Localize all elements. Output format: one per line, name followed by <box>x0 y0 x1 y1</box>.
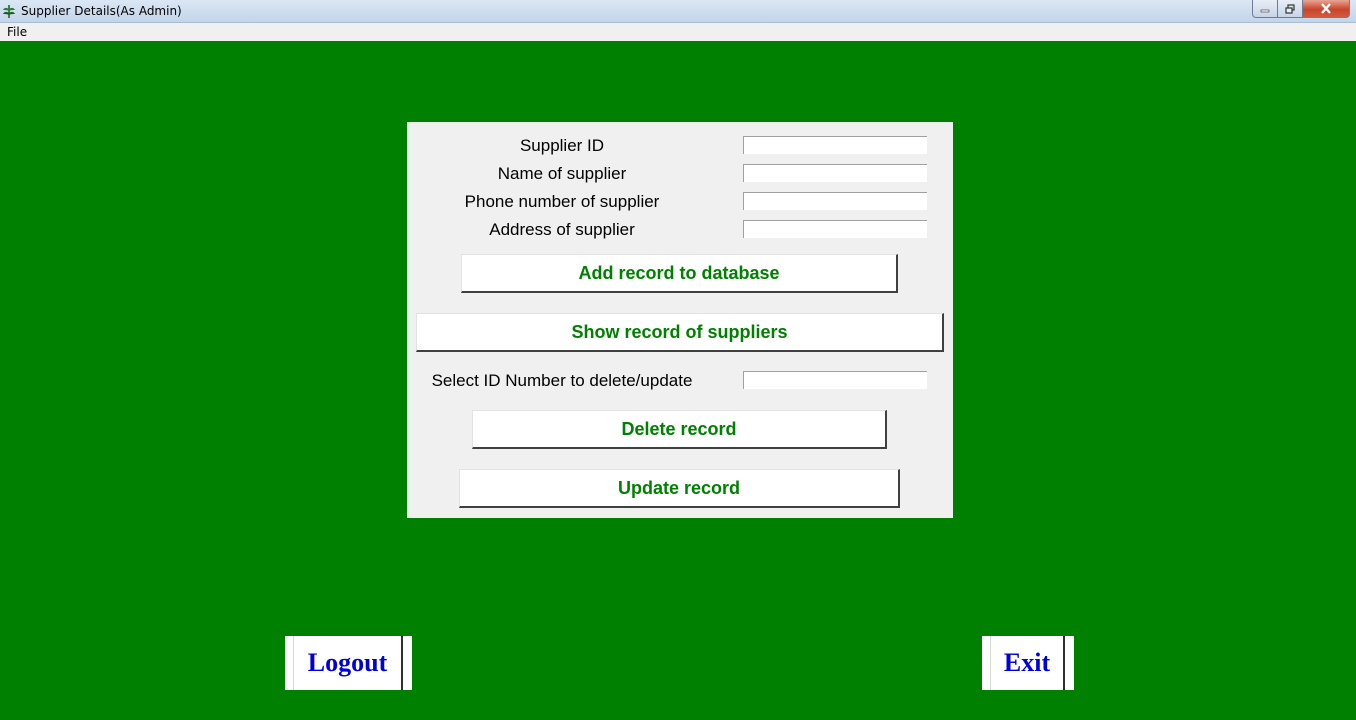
supplier-name-input[interactable] <box>743 164 927 182</box>
menu-bar: File <box>0 23 1356 41</box>
window-title: Supplier Details(As Admin) <box>21 4 182 18</box>
menu-file[interactable]: File <box>7 25 27 39</box>
minimize-button[interactable] <box>1252 0 1278 18</box>
app-icon <box>3 5 15 18</box>
logout-label: Logout <box>293 636 403 690</box>
supplier-form-panel: Supplier ID Name of supplier Phone numbe… <box>407 122 953 518</box>
select-id-label: Select ID Number to delete/update <box>431 371 693 390</box>
exit-button[interactable]: Exit <box>982 636 1074 690</box>
restore-icon <box>1285 3 1295 14</box>
supplier-phone-input[interactable] <box>743 192 927 210</box>
logout-button[interactable]: Logout <box>285 636 412 690</box>
restore-button[interactable] <box>1278 0 1303 18</box>
supplier-address-input[interactable] <box>743 220 927 238</box>
exit-label: Exit <box>990 636 1065 690</box>
title-bar: Supplier Details(As Admin) <box>0 0 1356 23</box>
supplier-phone-label: Phone number of supplier <box>464 192 660 211</box>
supplier-id-label: Supplier ID <box>519 136 605 155</box>
supplier-address-label: Address of supplier <box>489 220 635 239</box>
add-record-button[interactable]: Add record to database <box>461 254 898 293</box>
select-id-input[interactable] <box>743 371 927 389</box>
close-button[interactable] <box>1303 0 1350 18</box>
delete-record-button[interactable]: Delete record <box>472 410 887 449</box>
minimize-icon <box>1260 9 1270 12</box>
supplier-id-input[interactable] <box>743 136 927 154</box>
supplier-name-label: Name of supplier <box>497 164 627 183</box>
close-icon <box>1321 3 1331 14</box>
update-record-button[interactable]: Update record <box>459 469 900 508</box>
show-records-button[interactable]: Show record of suppliers <box>416 313 944 352</box>
